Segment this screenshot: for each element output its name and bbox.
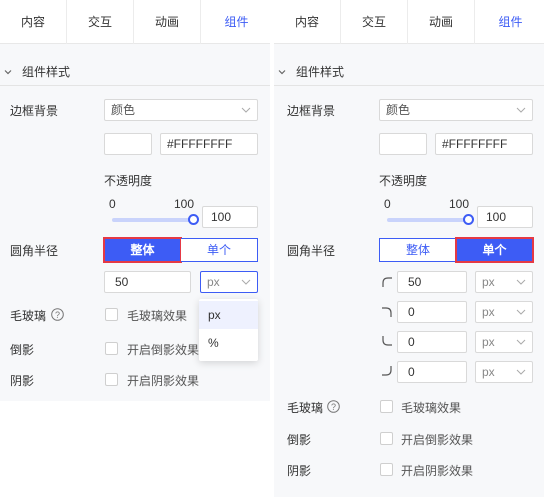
radius-bottom-left-unit-select[interactable]: px bbox=[475, 331, 533, 353]
color-hex-input[interactable]: #FFFFFFFF bbox=[435, 133, 533, 155]
chevron-down-icon bbox=[516, 369, 526, 375]
reflection-checkbox-label: 开启倒影效果 bbox=[401, 433, 474, 447]
radius-top-right-input[interactable]: 0 bbox=[397, 301, 467, 323]
radius-unit-dropdown: px % bbox=[199, 299, 258, 361]
tab-bar: 内容 交互 动画 组件 bbox=[0, 0, 270, 44]
radius-label: 圆角半径 bbox=[10, 244, 59, 258]
reflection-checkbox[interactable] bbox=[380, 432, 393, 445]
bottom-right-corner-icon bbox=[382, 366, 392, 376]
tab-component[interactable]: 组件 bbox=[477, 0, 544, 44]
slider-min-label: 0 bbox=[109, 197, 116, 211]
reflection-checkbox[interactable] bbox=[105, 342, 118, 355]
help-icon[interactable]: ? bbox=[51, 308, 64, 321]
chevron-down-icon bbox=[516, 107, 526, 113]
radius-bottom-left-input[interactable]: 0 bbox=[397, 331, 467, 353]
radius-bottom-right-unit: px bbox=[482, 365, 495, 379]
reflection-checkbox-label: 开启倒影效果 bbox=[127, 343, 200, 357]
radius-top-right-unit-select[interactable]: px bbox=[475, 301, 533, 323]
opacity-label: 不透明度 bbox=[379, 174, 428, 188]
slider-max-label: 100 bbox=[449, 197, 470, 211]
opacity-slider-handle[interactable] bbox=[463, 214, 474, 225]
opacity-input[interactable]: 100 bbox=[202, 206, 258, 228]
chevron-down-icon bbox=[278, 70, 286, 75]
radius-mode-individual-button[interactable]: 单个 bbox=[455, 237, 534, 263]
radius-unit-value: px bbox=[207, 275, 220, 289]
fill-type-select[interactable]: 颜色 bbox=[104, 99, 258, 121]
chevron-down-icon bbox=[516, 309, 526, 315]
tab-component[interactable]: 组件 bbox=[203, 0, 270, 44]
chevron-down-icon bbox=[516, 279, 526, 285]
radius-bottom-left-unit: px bbox=[482, 335, 495, 349]
frosted-label: 毛玻璃 bbox=[287, 401, 324, 415]
opacity-slider-handle[interactable] bbox=[188, 214, 199, 225]
frosted-checkbox-label: 毛玻璃效果 bbox=[401, 401, 462, 415]
radius-bottom-right-input[interactable]: 0 bbox=[397, 361, 467, 383]
frosted-checkbox-label: 毛玻璃效果 bbox=[127, 309, 188, 323]
radius-top-right-unit: px bbox=[482, 305, 495, 319]
section-title: 组件样式 bbox=[296, 65, 345, 79]
frosted-label: 毛玻璃 bbox=[10, 309, 47, 323]
tab-animation[interactable]: 动画 bbox=[408, 0, 475, 44]
section-header-component-style[interactable]: 组件样式 bbox=[274, 58, 544, 86]
reflection-label: 倒影 bbox=[287, 433, 312, 447]
shadow-checkbox[interactable] bbox=[380, 463, 393, 476]
frosted-checkbox[interactable] bbox=[105, 308, 118, 321]
fill-type-select[interactable]: 颜色 bbox=[379, 99, 533, 121]
section-header-component-style[interactable]: 组件样式 bbox=[0, 58, 270, 86]
shadow-label: 阴影 bbox=[287, 464, 312, 478]
radius-mode-individual-button[interactable]: 单个 bbox=[181, 238, 258, 262]
color-swatch[interactable] bbox=[379, 133, 427, 155]
tab-interaction[interactable]: 交互 bbox=[341, 0, 408, 44]
radius-top-left-unit: px bbox=[482, 275, 495, 289]
section-title: 组件样式 bbox=[22, 65, 71, 79]
shadow-checkbox[interactable] bbox=[105, 373, 118, 386]
color-hex-input[interactable]: #FFFFFFFF bbox=[160, 133, 258, 155]
border-bg-label: 边框背景 bbox=[10, 104, 59, 118]
radius-top-left-unit-select[interactable]: px bbox=[475, 271, 533, 293]
shadow-checkbox-label: 开启阴影效果 bbox=[127, 374, 200, 388]
color-swatch[interactable] bbox=[104, 133, 152, 155]
tab-animation[interactable]: 动画 bbox=[134, 0, 201, 44]
unit-option-px[interactable]: px bbox=[199, 301, 258, 329]
opacity-slider-track[interactable] bbox=[387, 218, 468, 222]
component-panel-right: 内容 交互 动画 组件 组件样式 边框背景 颜色 #FFFFFFFF 不透明度 … bbox=[274, 0, 544, 497]
chevron-down-icon bbox=[241, 107, 251, 113]
chevron-down-icon bbox=[516, 339, 526, 345]
radius-mode-overall-button[interactable]: 整体 bbox=[379, 238, 456, 262]
component-panel-left: 内容 交互 动画 组件 组件样式 边框背景 颜色 #FFFFFFFF 不透明度 … bbox=[0, 0, 270, 401]
shadow-label: 阴影 bbox=[10, 374, 35, 388]
svg-text:?: ? bbox=[331, 402, 336, 412]
top-left-corner-icon bbox=[382, 277, 392, 287]
chevron-down-icon bbox=[4, 70, 12, 75]
help-icon[interactable]: ? bbox=[327, 400, 340, 413]
fill-type-value: 颜色 bbox=[386, 103, 411, 117]
frosted-checkbox[interactable] bbox=[380, 400, 393, 413]
radius-unit-select[interactable]: px bbox=[200, 271, 258, 293]
opacity-slider-track[interactable] bbox=[112, 218, 193, 222]
slider-min-label: 0 bbox=[384, 197, 391, 211]
reflection-label: 倒影 bbox=[10, 343, 35, 357]
chevron-down-icon bbox=[241, 279, 251, 285]
tab-content[interactable]: 内容 bbox=[0, 0, 67, 44]
unit-option-percent[interactable]: % bbox=[199, 329, 258, 357]
opacity-input[interactable]: 100 bbox=[477, 206, 533, 228]
border-bg-label: 边框背景 bbox=[287, 104, 336, 118]
fill-type-value: 颜色 bbox=[111, 103, 136, 117]
radius-mode-overall-button[interactable]: 整体 bbox=[103, 237, 182, 263]
tab-interaction[interactable]: 交互 bbox=[67, 0, 134, 44]
bottom-left-corner-icon bbox=[382, 336, 392, 346]
shadow-checkbox-label: 开启阴影效果 bbox=[401, 464, 474, 478]
opacity-label: 不透明度 bbox=[104, 174, 153, 188]
svg-text:?: ? bbox=[55, 310, 60, 320]
tab-content[interactable]: 内容 bbox=[274, 0, 341, 44]
radius-value-input[interactable]: 50 bbox=[104, 271, 191, 293]
tab-bar: 内容 交互 动画 组件 bbox=[274, 0, 544, 44]
top-right-corner-icon bbox=[382, 307, 392, 317]
radius-top-left-input[interactable]: 50 bbox=[397, 271, 467, 293]
slider-max-label: 100 bbox=[174, 197, 195, 211]
radius-label: 圆角半径 bbox=[287, 244, 336, 258]
radius-bottom-right-unit-select[interactable]: px bbox=[475, 361, 533, 383]
